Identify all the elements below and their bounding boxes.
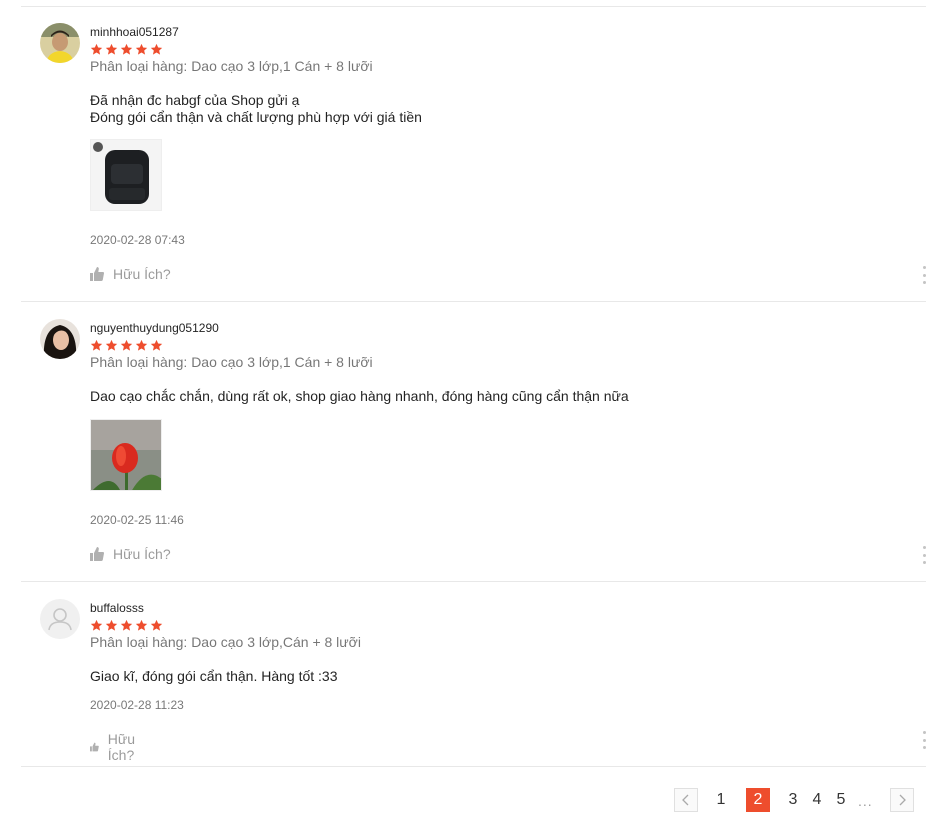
review-photo[interactable] bbox=[90, 139, 162, 211]
star-icon bbox=[150, 619, 163, 631]
chevron-right-icon bbox=[899, 794, 906, 806]
pagination-ellipsis: ... bbox=[858, 793, 873, 809]
page-button-5[interactable]: 5 bbox=[831, 788, 851, 812]
chevron-left-icon bbox=[682, 794, 689, 806]
review-variation: Phân loại hàng: Dao cạo 3 lớp,1 Cán + 8 … bbox=[90, 58, 373, 74]
rating-stars bbox=[90, 619, 163, 632]
star-icon bbox=[120, 339, 133, 351]
star-icon bbox=[105, 43, 118, 55]
next-page-button[interactable] bbox=[890, 788, 914, 812]
helpful-button[interactable]: Hữu Ích? bbox=[90, 546, 171, 562]
page-button-2[interactable]: 2 bbox=[746, 788, 770, 812]
thumbs-up-icon bbox=[90, 547, 104, 561]
star-icon bbox=[90, 43, 103, 55]
star-icon bbox=[150, 43, 163, 55]
star-icon bbox=[105, 619, 118, 631]
review-text-line: Dao cạo chắc chắn, dùng rất ok, shop gia… bbox=[90, 388, 629, 404]
helpful-label: Hữu Ích? bbox=[107, 731, 136, 763]
more-options-icon[interactable] bbox=[920, 266, 928, 284]
review-author[interactable]: nguyenthuydung051290 bbox=[90, 321, 219, 335]
review-photo[interactable] bbox=[90, 419, 162, 491]
more-options-icon[interactable] bbox=[920, 731, 928, 749]
star-icon bbox=[90, 339, 103, 351]
helpful-label: Hữu Ích? bbox=[113, 546, 171, 562]
rating-stars bbox=[90, 43, 163, 56]
star-icon bbox=[120, 619, 133, 631]
thumbs-up-icon bbox=[90, 742, 99, 752]
star-icon bbox=[135, 43, 148, 55]
helpful-label: Hữu Ích? bbox=[113, 266, 171, 282]
review-divider bbox=[21, 766, 926, 767]
review-text-line: Đóng gói cẩn thận và chất lượng phù hợp … bbox=[90, 109, 422, 125]
review-variation: Phân loại hàng: Dao cạo 3 lớp,Cán + 8 lư… bbox=[90, 634, 361, 650]
review-divider bbox=[21, 581, 926, 582]
star-icon bbox=[105, 339, 118, 351]
page-button-3[interactable]: 3 bbox=[783, 788, 803, 812]
avatar[interactable] bbox=[40, 319, 80, 359]
page-button-1[interactable]: 1 bbox=[711, 788, 731, 812]
star-icon bbox=[90, 619, 103, 631]
review-divider bbox=[21, 301, 926, 302]
star-icon bbox=[135, 619, 148, 631]
star-icon bbox=[150, 339, 163, 351]
review-author[interactable]: minhhoai051287 bbox=[90, 25, 179, 39]
thumbs-up-icon bbox=[90, 267, 104, 281]
top-divider bbox=[21, 6, 926, 7]
prev-page-button[interactable] bbox=[674, 788, 698, 812]
review-author[interactable]: buffalosss bbox=[90, 601, 144, 615]
rating-stars bbox=[90, 339, 163, 352]
review-time: 2020-02-28 07:43 bbox=[90, 233, 185, 247]
helpful-button[interactable]: Hữu Ích? bbox=[90, 731, 144, 763]
review-time: 2020-02-25 11:46 bbox=[90, 513, 184, 527]
more-options-icon[interactable] bbox=[920, 546, 928, 564]
helpful-button[interactable]: Hữu Ích? bbox=[90, 266, 171, 282]
default-avatar-icon[interactable] bbox=[40, 599, 80, 639]
review-text-line: Giao kĩ, đóng gói cẩn thận. Hàng tốt :33 bbox=[90, 668, 338, 684]
review-text-line: Đã nhận đc habgf của Shop gửi ạ bbox=[90, 92, 300, 108]
page-button-4[interactable]: 4 bbox=[807, 788, 827, 812]
star-icon bbox=[120, 43, 133, 55]
star-icon bbox=[135, 339, 148, 351]
review-time: 2020-02-28 11:23 bbox=[90, 698, 184, 712]
review-variation: Phân loại hàng: Dao cạo 3 lớp,1 Cán + 8 … bbox=[90, 354, 373, 370]
avatar[interactable] bbox=[40, 23, 80, 63]
